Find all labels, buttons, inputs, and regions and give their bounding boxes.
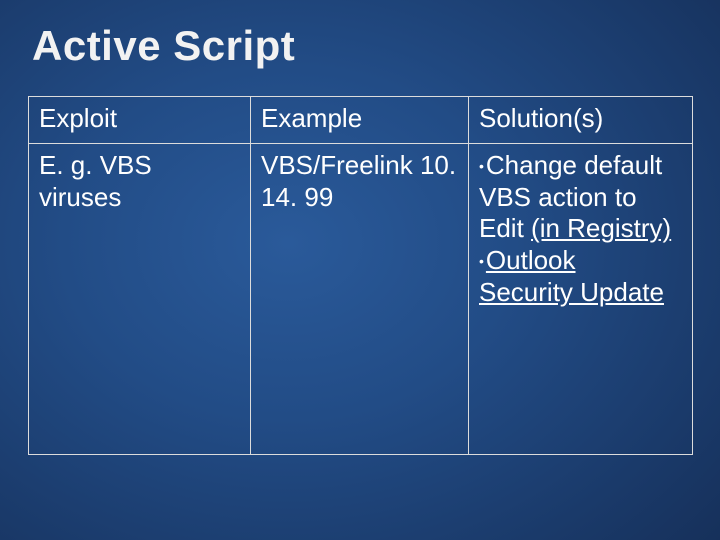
col-header-exploit: Exploit	[29, 97, 251, 144]
solution-2-link-b[interactable]: Security Update	[479, 277, 664, 307]
cell-exploit: E. g. VBS viruses	[29, 144, 251, 455]
col-header-solutions: Solution(s)	[469, 97, 693, 144]
cell-example: VBS/Freelink 10. 14. 99	[251, 144, 469, 455]
table-row: E. g. VBS viruses VBS/Freelink 10. 14. 9…	[29, 144, 693, 455]
col-header-example: Example	[251, 97, 469, 144]
bullet-icon: •	[479, 253, 484, 269]
solution-2-link-a[interactable]: Outlook	[486, 245, 576, 275]
cell-solutions: •Change default VBS action to Edit (in R…	[469, 144, 693, 455]
slide-title: Active Script	[32, 22, 692, 70]
slide: Active Script Exploit Example Solution(s…	[0, 0, 720, 540]
bullet-icon: •	[479, 158, 484, 174]
solution-1-link[interactable]: (in Registry)	[531, 213, 671, 243]
table-header-row: Exploit Example Solution(s)	[29, 97, 693, 144]
content-table: Exploit Example Solution(s) E. g. VBS vi…	[28, 96, 693, 455]
